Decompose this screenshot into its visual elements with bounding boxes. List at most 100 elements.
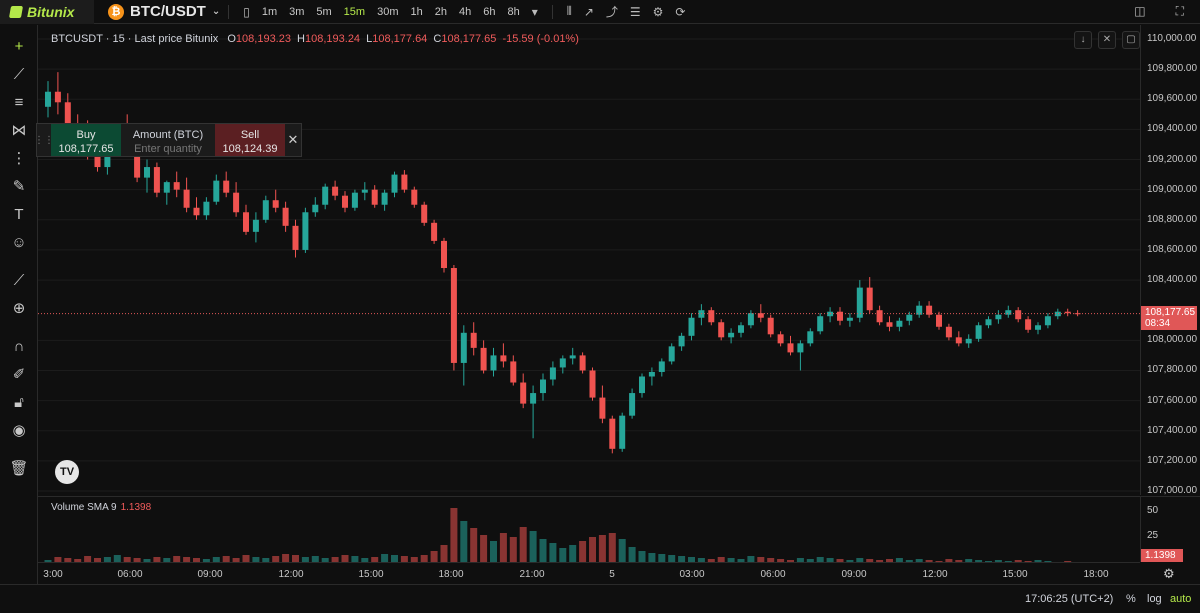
- more-timeframes-icon[interactable]: ▾: [532, 5, 538, 19]
- candle: [975, 322, 982, 342]
- sell-button[interactable]: Sell 108,124.39: [215, 124, 285, 156]
- brush-icon[interactable]: ✎: [9, 177, 29, 197]
- legend-change: -15.59 (-0.01%): [502, 33, 579, 45]
- divider: [228, 4, 230, 19]
- volume-bar: [618, 539, 626, 563]
- candle: [1064, 308, 1071, 317]
- candle-body: [648, 371, 655, 377]
- drag-handle-icon[interactable]: ⋮⋮: [34, 124, 54, 156]
- volume-bar: [559, 548, 567, 563]
- horizontal-lines-icon[interactable]: ≡: [9, 93, 29, 113]
- layout-icon[interactable]: ◫: [1134, 4, 1145, 19]
- candle-body: [1064, 311, 1071, 314]
- candle-type-icon[interactable]: ▯: [243, 5, 250, 19]
- trash-icon[interactable]: 🗑︎: [9, 459, 29, 479]
- candle: [54, 72, 61, 115]
- candle-body: [797, 343, 804, 353]
- lock-icon[interactable]: 🔓︎: [9, 393, 29, 413]
- candle-body: [500, 355, 507, 362]
- eye-icon[interactable]: ◉: [9, 421, 29, 441]
- tradingview-logo[interactable]: TV: [55, 460, 79, 484]
- timeframe-2h[interactable]: 2h: [435, 6, 447, 18]
- timeframe-30m[interactable]: 30m: [377, 6, 398, 18]
- candle: [361, 182, 368, 201]
- emoji-icon[interactable]: ☺: [9, 233, 29, 253]
- bitunix-logo-icon: [8, 5, 24, 18]
- candlestick-canvas[interactable]: [38, 25, 1140, 495]
- timeframe-4h[interactable]: 4h: [459, 6, 471, 18]
- refresh-icon[interactable]: ⟳: [675, 5, 685, 19]
- time-tick: 03:00: [679, 569, 705, 580]
- lock-pencil-icon[interactable]: ✐: [9, 365, 29, 385]
- magnet-icon[interactable]: ∩: [9, 337, 29, 357]
- candle: [718, 319, 725, 341]
- time-tick: 12:00: [278, 569, 304, 580]
- chart-settings-gear-icon[interactable]: ⚙: [1163, 566, 1175, 582]
- timeframe-1h[interactable]: 1h: [410, 6, 422, 18]
- timeframe-15m[interactable]: 15m: [344, 6, 365, 18]
- timeframe-1m[interactable]: 1m: [262, 6, 277, 18]
- zoom-icon[interactable]: ⊕: [9, 299, 29, 319]
- drawing-share-icon[interactable]: ⤴: [606, 3, 618, 20]
- candle: [708, 307, 715, 326]
- settings-gear-icon[interactable]: ⚙: [653, 5, 664, 19]
- text-icon[interactable]: T: [9, 205, 29, 225]
- buy-price: 108,177.65: [58, 143, 114, 155]
- auto-toggle[interactable]: auto: [1170, 593, 1191, 605]
- candle: [985, 316, 992, 329]
- amount-placeholder[interactable]: Enter quantity: [121, 142, 215, 156]
- volume-axis[interactable]: 50 25 1.1398: [1140, 496, 1200, 562]
- buy-button[interactable]: Buy 108,177.65: [51, 124, 121, 156]
- maximize-icon[interactable]: ▢: [1122, 31, 1140, 49]
- timeframe-6h[interactable]: 6h: [483, 6, 495, 18]
- close-icon[interactable]: ✕: [285, 124, 301, 156]
- log-toggle[interactable]: log: [1147, 593, 1162, 605]
- trend-line-icon[interactable]: ⟋: [9, 65, 29, 85]
- symbol-selector[interactable]: ₿ BTC/USDT ⌄: [108, 3, 220, 20]
- candle: [292, 219, 299, 258]
- legend-open: 108,193.23: [235, 33, 291, 45]
- fib-tools-icon[interactable]: ⋮: [9, 149, 29, 169]
- candle-body: [599, 397, 606, 419]
- candle: [955, 331, 962, 347]
- price-axis[interactable]: 110,000.00 109,800.00 109,600.00 109,400.00…: [1140, 25, 1200, 496]
- candle-body: [728, 332, 735, 338]
- volume-bar: [490, 541, 497, 563]
- candle: [619, 412, 626, 452]
- candle-body: [738, 325, 744, 333]
- candle: [1015, 307, 1022, 323]
- clock-display[interactable]: 17:06:25 (UTC+2): [1025, 593, 1113, 605]
- price-chart[interactable]: BTCUSDT · 15 · Last price Bitunix O108,1…: [38, 25, 1140, 495]
- percent-toggle[interactable]: %: [1126, 593, 1136, 605]
- collapse-icon[interactable]: ✕: [1098, 31, 1116, 49]
- volume-pane[interactable]: Volume SMA 9 1.1398: [38, 496, 1140, 563]
- indicators-icon[interactable]: ↗: [584, 5, 594, 19]
- brand-logo[interactable]: Bitunix: [0, 0, 94, 24]
- timeframe-8h[interactable]: 8h: [507, 6, 519, 18]
- candle: [747, 310, 754, 329]
- candle-body: [322, 186, 329, 205]
- price-tick: 109,200.00: [1147, 153, 1198, 165]
- amount-field[interactable]: Amount (BTC) Enter quantity: [121, 124, 215, 156]
- candle: [1025, 316, 1032, 333]
- candle-body: [609, 418, 616, 449]
- candle: [1005, 305, 1012, 318]
- time-tick: 09:00: [197, 569, 223, 580]
- volume-bar: [519, 527, 527, 563]
- timeframe-3m[interactable]: 3m: [289, 6, 304, 18]
- time-tick: 5: [609, 569, 615, 580]
- time-axis[interactable]: 3:00 06:00 09:00 12:00 15:00 18:00 21:00 5 03:00…: [38, 562, 1140, 584]
- chart-style-icon[interactable]: ⫴: [567, 4, 572, 19]
- candle-body: [441, 240, 447, 269]
- price-tick: 108,800.00: [1147, 213, 1198, 225]
- pattern-icon[interactable]: ⋈: [9, 121, 29, 141]
- candle-body: [351, 192, 358, 208]
- template-icon[interactable]: ☰: [630, 5, 641, 19]
- timeframe-5m[interactable]: 5m: [316, 6, 331, 18]
- candle-body: [945, 326, 952, 338]
- scroll-down-icon[interactable]: ↓: [1074, 31, 1092, 49]
- volume-bar: [480, 535, 488, 563]
- fullscreen-icon[interactable]: ⛶: [1176, 4, 1184, 19]
- crosshair-icon[interactable]: +: [9, 37, 29, 57]
- ruler-icon[interactable]: ⟋: [9, 271, 29, 291]
